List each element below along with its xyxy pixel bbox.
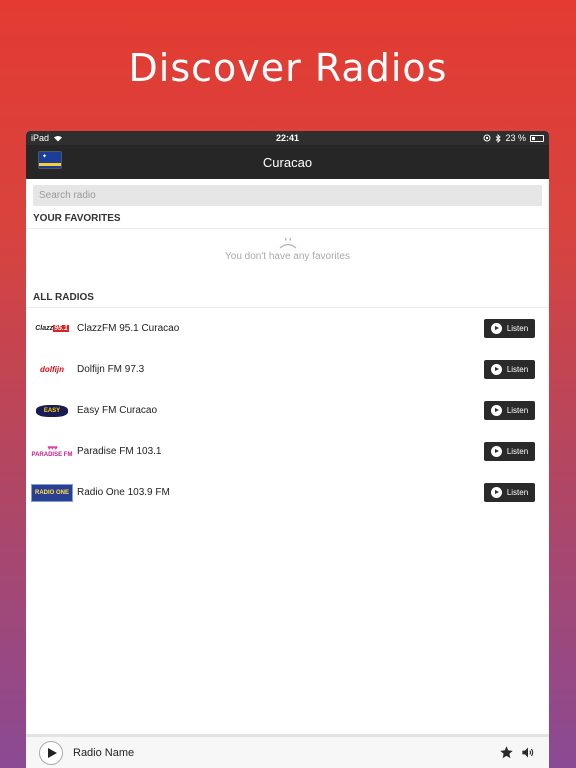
headline: Discover Radios — [128, 46, 448, 90]
radio-list: Clazz 95.1 ClazzFM 95.1 Curacao Listen do… — [26, 308, 549, 513]
listen-button[interactable]: Listen — [484, 483, 535, 502]
radio-logo: dolfijn — [40, 365, 64, 374]
play-icon — [490, 405, 502, 416]
radio-name: Easy FM Curacao — [77, 405, 158, 416]
star-icon[interactable] — [499, 745, 514, 760]
radio-name: ClazzFM 95.1 Curacao — [77, 323, 180, 334]
status-right: 23 % — [483, 133, 544, 143]
player-bar: Radio Name — [26, 734, 549, 768]
sad-face-icon — [279, 238, 296, 249]
radio-logo: RADIO ONE — [31, 483, 73, 502]
listen-button[interactable]: Listen — [484, 319, 535, 338]
radio-logo: ♥♥♥ PARADISE FM — [31, 445, 73, 458]
device-screen: iPad 22:41 23 % ✦ Curacao YOUR FAVORIT — [26, 131, 549, 768]
status-time: 22:41 — [275, 133, 300, 143]
play-icon — [490, 446, 502, 457]
radio-item[interactable]: Clazz 95.1 ClazzFM 95.1 Curacao Listen — [26, 308, 549, 349]
listen-button[interactable]: Listen — [484, 360, 535, 379]
nav-title: Curacao — [262, 154, 313, 170]
play-icon — [490, 323, 502, 334]
radio-name: Radio One 103.9 FM — [77, 487, 170, 498]
status-bar: iPad 22:41 23 % — [26, 131, 549, 145]
listen-button[interactable]: Listen — [484, 401, 535, 420]
radio-name: Paradise FM 103.1 — [77, 446, 162, 457]
search-container — [26, 179, 549, 206]
radio-item[interactable]: EASY Easy FM Curacao Listen — [26, 390, 549, 431]
device-label: iPad — [31, 133, 50, 143]
favorites-header: YOUR FAVORITES — [26, 206, 549, 229]
search-input[interactable] — [33, 185, 542, 206]
favorites-empty-text: You don't have any favorites — [225, 251, 350, 262]
battery-percent: 23 % — [505, 133, 526, 143]
battery-icon — [530, 134, 544, 142]
radio-item[interactable]: dolfijn Dolfijn FM 97.3 Listen — [26, 349, 549, 390]
radio-item[interactable]: RADIO ONE Radio One 103.9 FM Listen — [26, 472, 549, 513]
player-icons — [499, 745, 536, 760]
speaker-icon[interactable] — [520, 745, 536, 760]
curacao-flag-icon[interactable]: ✦ — [38, 151, 62, 169]
listen-button[interactable]: Listen — [484, 442, 535, 461]
play-icon — [490, 364, 502, 375]
radio-logo: EASY — [36, 404, 68, 417]
rotation-lock-icon — [483, 134, 491, 142]
favorites-empty-state: You don't have any favorites — [26, 237, 549, 285]
player-radio-name: Radio Name — [73, 746, 135, 759]
play-icon — [490, 487, 502, 498]
player-play-button[interactable] — [39, 740, 63, 765]
wifi-icon — [54, 135, 63, 142]
radio-logo: Clazz 95.1 — [35, 325, 69, 332]
all-radios-header: ALL RADIOS — [26, 285, 549, 308]
radio-name: Dolfijn FM 97.3 — [77, 364, 145, 375]
nav-bar: ✦ Curacao — [26, 145, 549, 179]
status-left: iPad — [31, 133, 63, 143]
radio-item[interactable]: ♥♥♥ PARADISE FM Paradise FM 103.1 Listen — [26, 431, 549, 472]
bluetooth-icon — [496, 133, 502, 143]
hearts-icon: ♥♥♥ — [47, 445, 58, 452]
